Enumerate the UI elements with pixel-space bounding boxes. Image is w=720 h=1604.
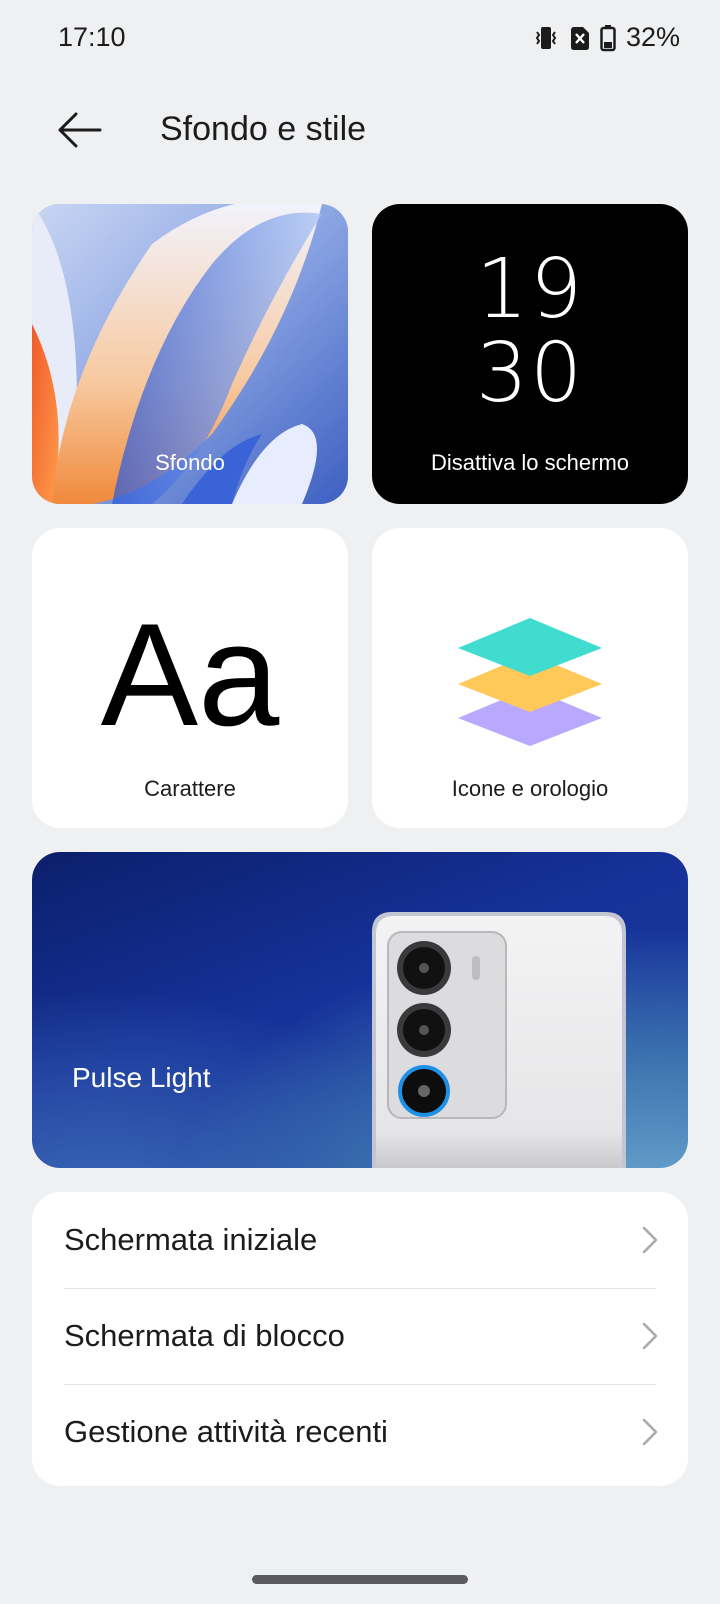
chevron-right-icon — [642, 1418, 658, 1446]
page-title: Sfondo e stile — [160, 110, 367, 148]
back-button[interactable] — [52, 108, 106, 152]
status-icons: 32% — [532, 22, 680, 53]
pulse-light-tile[interactable]: Pulse Light — [32, 852, 688, 1168]
no-sim-icon — [568, 24, 592, 52]
recent-tasks-label: Gestione attività recenti — [64, 1414, 388, 1449]
font-tile-label: Carattere — [144, 776, 236, 801]
recent-tasks-item[interactable]: Gestione attività recenti — [32, 1384, 688, 1480]
lock-screen-item[interactable]: Schermata di blocco — [32, 1288, 688, 1384]
icons-tile[interactable]: Icone e orologio — [372, 528, 688, 828]
aod-tile[interactable]: 19 30 Disattiva lo schermo — [372, 204, 688, 504]
home-screen-label: Schermata iniziale — [64, 1222, 318, 1257]
header: Sfondo e stile — [0, 90, 720, 170]
phone-camera-illustration — [372, 912, 626, 1168]
settings-list: Schermata iniziale Schermata di blocco G… — [32, 1192, 688, 1486]
font-tile[interactable]: Aa Carattere — [32, 528, 348, 828]
home-screen-item[interactable]: Schermata iniziale — [32, 1192, 688, 1288]
layers-icon — [458, 618, 602, 746]
aod-tile-label: Disattiva lo schermo — [430, 450, 630, 475]
vibrate-icon — [532, 24, 560, 52]
lock-screen-label: Schermata di blocco — [64, 1318, 345, 1353]
arrow-left-icon — [58, 112, 102, 148]
status-bar: 17:10 32% — [0, 0, 720, 80]
pulse-light-label: Pulse Light — [72, 1062, 211, 1093]
aod-clock-preview: 19 30 — [372, 248, 688, 416]
chevron-right-icon — [642, 1322, 658, 1350]
wallpaper-tile[interactable]: Sfondo — [32, 204, 348, 504]
font-sample: Aa — [100, 593, 280, 756]
wallpaper-tile-label: Sfondo — [155, 450, 225, 475]
battery-percent: 32% — [625, 22, 680, 52]
status-time: 17:10 — [58, 22, 126, 52]
aod-clock-minute: 30 — [475, 326, 585, 421]
aod-clock-hour: 19 — [475, 242, 585, 337]
icons-tile-label: Icone e orologio — [451, 776, 609, 801]
battery-icon — [600, 24, 616, 52]
chevron-right-icon — [642, 1226, 658, 1254]
home-indicator[interactable] — [252, 1575, 468, 1584]
